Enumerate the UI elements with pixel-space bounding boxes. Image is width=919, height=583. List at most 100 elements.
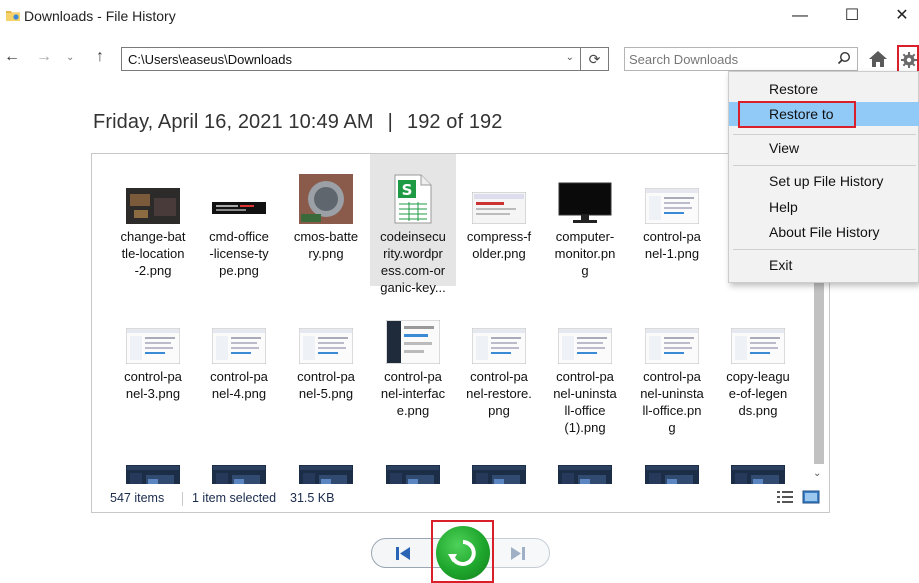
gear-icon[interactable] <box>901 52 917 68</box>
file-item[interactable]: data-easeu <box>110 431 196 484</box>
status-bar: 547 items 1 item selected 31.5 KB <box>92 484 829 512</box>
file-item[interactable]: Scodeinsecu rity.wordpr ess.com-or ganic… <box>370 154 456 295</box>
file-item[interactable]: cmos-batte ry.png <box>283 154 369 262</box>
menu-divider <box>733 165 916 166</box>
file-thumbnail[interactable] <box>456 154 542 224</box>
file-item[interactable]: control-pa nel-uninsta ll-office (1).png <box>542 294 628 436</box>
file-item[interactable]: control-pa nel-1.png <box>629 154 715 262</box>
file-item[interactable]: control-pa nel-4.png <box>196 294 282 402</box>
previous-icon[interactable] <box>394 546 412 561</box>
file-thumbnail[interactable] <box>629 154 715 224</box>
window-title: Downloads - File History <box>24 8 176 24</box>
file-thumbnail[interactable] <box>370 431 456 484</box>
forward-button[interactable]: → <box>36 48 52 66</box>
restore-icon[interactable] <box>448 538 478 568</box>
home-icon[interactable] <box>868 50 888 68</box>
header-separator: | <box>387 111 393 133</box>
file-thumbnail[interactable] <box>715 294 801 364</box>
file-thumbnail[interactable] <box>542 294 628 364</box>
scroll-down-icon[interactable]: ⌄ <box>813 468 821 479</box>
menu-divider <box>733 249 916 250</box>
file-name: control-pa nel-4.png <box>210 369 268 401</box>
recent-locations-button[interactable]: ⌄ <box>66 52 74 63</box>
file-thumbnail[interactable] <box>110 294 196 364</box>
maximize-button[interactable]: ☐ <box>832 4 872 28</box>
minimize-button[interactable]: — <box>780 4 820 28</box>
svg-text:S: S <box>402 181 413 199</box>
menu-item-exit[interactable]: Exit <box>729 253 919 277</box>
menu-item-help[interactable]: Help <box>729 195 919 219</box>
selection-count: 1 item selected <box>192 491 277 505</box>
file-thumbnail[interactable] <box>542 431 628 484</box>
file-item[interactable]: data-easeu <box>370 431 456 484</box>
file-item[interactable]: data-easeu <box>629 431 715 484</box>
file-thumbnail[interactable] <box>715 431 801 484</box>
file-item[interactable]: data-easeu <box>283 431 369 484</box>
file-name: copy-leagu e-of-legen ds.png <box>726 369 790 418</box>
refresh-button[interactable]: ⟳ <box>581 47 609 71</box>
file-thumbnail[interactable] <box>283 431 369 484</box>
file-item[interactable]: data-easeu <box>196 431 282 484</box>
file-item[interactable]: cmd-office -license-ty pe.png <box>196 154 282 279</box>
menu-item-about[interactable]: About File History <box>729 220 919 244</box>
menu-item-view[interactable]: View <box>729 136 919 160</box>
file-item[interactable]: data-easeu <box>456 431 542 484</box>
address-path[interactable]: C:\Users\easeus\Downloads <box>128 52 292 67</box>
file-item[interactable]: control-pa nel-3.png <box>110 294 196 402</box>
menu-item-setup[interactable]: Set up File History <box>729 169 919 193</box>
title-bar: Downloads - File History — ☐ ✕ <box>0 0 919 34</box>
file-thumbnail[interactable] <box>629 431 715 484</box>
file-thumbnail[interactable]: S <box>370 154 456 224</box>
menu-item-restore[interactable]: Restore <box>729 77 919 101</box>
next-icon[interactable] <box>509 546 527 561</box>
search-box[interactable] <box>624 47 858 71</box>
file-item[interactable]: control-pa nel-interfac e.png <box>370 294 456 419</box>
file-name: computer- monitor.pn g <box>554 229 616 278</box>
file-thumbnail[interactable] <box>110 431 196 484</box>
file-name: control-pa nel-1.png <box>643 229 701 261</box>
chevron-down-icon[interactable]: ⌄ <box>566 52 574 63</box>
file-thumbnail[interactable] <box>283 154 369 224</box>
file-thumbnail[interactable] <box>456 431 542 484</box>
file-item[interactable]: data-easeu <box>715 431 801 484</box>
settings-button[interactable] <box>897 45 919 73</box>
file-item[interactable]: control-pa nel-restore. png <box>456 294 542 419</box>
file-thumbnail[interactable] <box>196 294 282 364</box>
restore-button-highlight <box>431 520 494 583</box>
file-name: cmd-office -license-ty pe.png <box>209 229 269 278</box>
file-thumbnail[interactable] <box>542 154 628 224</box>
file-name: cmos-batte ry.png <box>293 229 359 261</box>
search-input[interactable] <box>629 50 829 68</box>
up-button[interactable]: ↑ <box>96 48 104 66</box>
file-item[interactable]: compress-f older.png <box>456 154 542 262</box>
backup-date-header: Friday, April 16, 2021 10:49 AM | 192 of 1… <box>93 111 503 134</box>
file-item[interactable]: copy-leagu e-of-legen ds.png <box>715 294 801 419</box>
backup-date: Friday, April 16, 2021 10:49 AM <box>93 111 374 133</box>
file-item[interactable]: control-pa nel-uninsta ll-office.pn g <box>629 294 715 436</box>
file-thumbnail[interactable] <box>629 294 715 364</box>
item-count: 547 items <box>110 491 165 505</box>
file-name: codeinsecu rity.wordpr ess.com-or ganic-… <box>380 229 446 295</box>
close-button[interactable]: ✕ <box>885 4 919 28</box>
file-name: control-pa nel-uninsta ll-office.pn g <box>640 369 704 435</box>
details-view-icon[interactable] <box>776 490 794 504</box>
address-bar[interactable]: C:\Users\easeus\Downloads ⌄ <box>121 47 581 71</box>
file-thumbnail[interactable] <box>283 294 369 364</box>
file-thumbnail[interactable] <box>370 294 456 364</box>
menu-divider <box>733 134 916 135</box>
file-item[interactable]: computer- monitor.pn g <box>542 154 628 279</box>
address-toolbar: ← → ⌄ ↑ C:\Users\easeus\Downloads ⌄ ⟳ <box>0 44 919 74</box>
restore-button[interactable] <box>436 526 490 580</box>
selection-size: 31.5 KB <box>290 491 335 505</box>
file-thumbnail[interactable] <box>196 154 282 224</box>
large-icons-view-icon[interactable] <box>802 489 820 505</box>
file-thumbnail[interactable] <box>110 154 196 224</box>
back-button[interactable]: ← <box>4 48 20 66</box>
search-icon[interactable] <box>837 51 851 65</box>
file-name: control-pa nel-restore. png <box>466 369 532 418</box>
file-item[interactable]: control-pa nel-5.png <box>283 294 369 402</box>
file-thumbnail[interactable] <box>456 294 542 364</box>
file-item[interactable]: data-easeu <box>542 431 628 484</box>
file-thumbnail[interactable] <box>196 431 282 484</box>
file-item[interactable]: change-bat tle-location -2.png <box>110 154 196 279</box>
